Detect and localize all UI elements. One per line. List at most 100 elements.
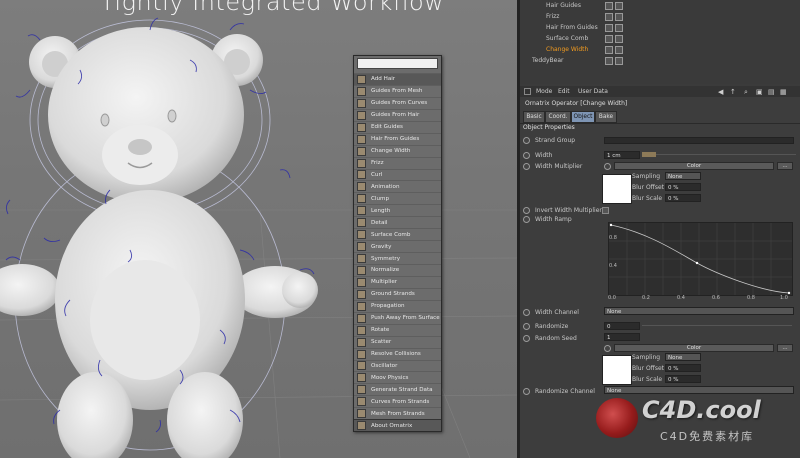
randomize-multiplier-toggle[interactable]: [604, 345, 611, 352]
color-swatch-2[interactable]: [602, 355, 632, 385]
menu-item[interactable]: Push Away From Surface: [354, 311, 441, 324]
menu-item[interactable]: Ground Strands: [354, 287, 441, 300]
width-ramp-graph[interactable]: [608, 222, 793, 296]
menu-item[interactable]: Surface Comb: [354, 228, 441, 240]
visibility-toggle[interactable]: [605, 24, 613, 32]
object-row[interactable]: Change Width: [520, 44, 800, 55]
menu-item[interactable]: Propagation: [354, 299, 441, 312]
keyframe-dot[interactable]: [523, 335, 530, 342]
enable-check[interactable]: [615, 24, 623, 32]
blur-offset-input[interactable]: 0 %: [665, 183, 701, 191]
menu-item[interactable]: Change Width: [354, 144, 441, 157]
enable-check[interactable]: [615, 35, 623, 43]
ornatrix-tool-icon: [357, 254, 366, 264]
object-row[interactable]: TeddyBear: [520, 55, 800, 66]
menu-item[interactable]: About Ornatrix: [354, 419, 441, 432]
keyframe-dot[interactable]: [523, 323, 530, 330]
width-slider[interactable]: [642, 152, 656, 157]
menu-item[interactable]: Resolve Collisions: [354, 347, 441, 360]
menu-item[interactable]: Gravity: [354, 240, 441, 252]
sampling-select-2[interactable]: None: [665, 353, 701, 361]
visibility-toggle[interactable]: [605, 46, 613, 54]
object-row[interactable]: Frizz: [520, 11, 800, 22]
menu-item[interactable]: Guides From Hair: [354, 108, 441, 121]
menu-item[interactable]: Oscillator: [354, 359, 441, 372]
menu-item[interactable]: Edit Guides: [354, 120, 441, 133]
tab-object[interactable]: Object: [571, 111, 595, 123]
randomize-input[interactable]: 0: [604, 322, 640, 330]
menu-item[interactable]: Mesh From Strands: [354, 407, 441, 419]
width-channel-select[interactable]: None: [604, 307, 794, 315]
menu-item[interactable]: Hair From Guides: [354, 132, 441, 145]
menu-item[interactable]: Curves From Strands: [354, 395, 441, 407]
menu-item[interactable]: Curl: [354, 168, 441, 181]
tab-bake[interactable]: Bake: [595, 111, 617, 123]
visibility-toggle[interactable]: [605, 2, 613, 10]
blur-scale-input[interactable]: 0 %: [665, 194, 701, 202]
menu-user-data[interactable]: User Data: [578, 88, 608, 95]
visibility-toggle[interactable]: [605, 57, 613, 65]
color-button[interactable]: Color: [614, 162, 774, 170]
width-slider-track[interactable]: [656, 154, 796, 155]
object-row[interactable]: Hair Guides: [520, 0, 800, 11]
up-arrow-icon[interactable]: ↑: [730, 88, 736, 96]
new-window-icon[interactable]: ▤: [768, 88, 775, 96]
menu-item[interactable]: Length: [354, 204, 441, 216]
blur-scale-input-2[interactable]: 0 %: [665, 375, 701, 383]
keyframe-dot[interactable]: [523, 388, 530, 395]
menu-item[interactable]: Frizz: [354, 156, 441, 169]
menu-item[interactable]: Guides From Curves: [354, 96, 441, 109]
blur-offset-input-2[interactable]: 0 %: [665, 364, 701, 372]
lock-icon[interactable]: ▣: [756, 88, 763, 96]
strand-group-field[interactable]: [604, 137, 794, 144]
menu-item[interactable]: Animation: [354, 180, 441, 192]
object-row[interactable]: Hair From Guides: [520, 22, 800, 33]
operator-title: Ornatrix Operator [Change Width]: [525, 100, 628, 107]
tab-coord[interactable]: Coord.: [545, 111, 571, 123]
width-multiplier-toggle[interactable]: [604, 163, 611, 170]
menu-item[interactable]: Scatter: [354, 335, 441, 348]
menu-item[interactable]: Rotate: [354, 323, 441, 336]
back-arrow-icon[interactable]: ◀: [718, 88, 723, 96]
menu-edit[interactable]: Edit: [558, 88, 570, 95]
keyframe-dot[interactable]: [523, 216, 530, 223]
randomize-slider[interactable]: [642, 325, 792, 326]
menu-mode[interactable]: Mode: [536, 88, 552, 95]
menu-item[interactable]: Generate Strand Data: [354, 383, 441, 395]
keyframe-dot[interactable]: [523, 152, 530, 159]
menu-item[interactable]: Multiplier: [354, 275, 441, 288]
more-button[interactable]: ...: [777, 162, 793, 170]
viewport[interactable]: Tightly Integrated Workflow Add Hair Guid…: [0, 0, 517, 458]
keyframe-dot[interactable]: [523, 137, 530, 144]
search-icon[interactable]: ⌕: [744, 88, 748, 97]
invert-checkbox[interactable]: [602, 207, 609, 214]
randomize-channel-select[interactable]: None: [604, 386, 794, 394]
menu-item[interactable]: Normalize: [354, 264, 441, 276]
width-input[interactable]: 1 cm: [604, 151, 640, 159]
keyframe-dot[interactable]: [523, 163, 530, 170]
enable-check[interactable]: [615, 2, 623, 10]
tab-basic[interactable]: Basic: [523, 111, 545, 123]
enable-check[interactable]: [615, 46, 623, 54]
menu-search-input[interactable]: [357, 58, 438, 69]
color-button-2[interactable]: Color: [614, 344, 774, 352]
sampling-select[interactable]: None: [665, 172, 701, 180]
menu-item[interactable]: Detail: [354, 216, 441, 228]
menu-item[interactable]: Clump: [354, 192, 441, 204]
more-button-2[interactable]: ...: [777, 344, 793, 352]
menu-item[interactable]: Add Hair: [354, 73, 441, 85]
menu-item[interactable]: Guides From Mesh: [354, 84, 441, 97]
random-seed-input[interactable]: 1: [604, 333, 640, 341]
object-row[interactable]: Surface Comb: [520, 33, 800, 44]
menu-item[interactable]: Moov Physics: [354, 371, 441, 383]
enable-check[interactable]: [615, 13, 623, 21]
color-swatch[interactable]: [602, 174, 632, 204]
keyframe-dot[interactable]: [523, 207, 530, 214]
menu-item[interactable]: Symmetry: [354, 252, 441, 264]
menu-item-label: Push Away From Surface: [371, 315, 440, 322]
visibility-toggle[interactable]: [605, 13, 613, 21]
enable-check[interactable]: [615, 57, 623, 65]
keyframe-dot[interactable]: [523, 309, 530, 316]
options-icon[interactable]: ▦: [780, 88, 787, 96]
visibility-toggle[interactable]: [605, 35, 613, 43]
